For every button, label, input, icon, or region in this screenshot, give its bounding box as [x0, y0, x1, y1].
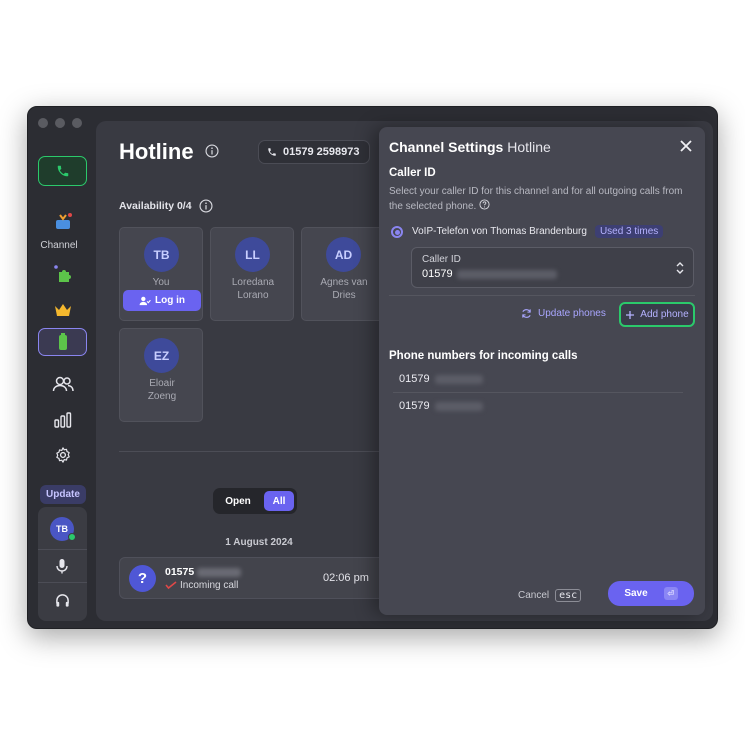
call-status: Incoming call: [165, 580, 238, 591]
call-number: 01575: [165, 566, 242, 578]
agent-avatar: TB: [144, 237, 179, 272]
agent-card[interactable]: AD Agnes van Dries: [301, 227, 385, 321]
update-button[interactable]: Update: [40, 485, 86, 504]
agent-name: You: [152, 277, 170, 288]
add-phone-button[interactable]: Add phone: [619, 302, 695, 327]
agent-card[interactable]: EZ Eloair Zoeng: [119, 328, 203, 422]
gear-icon: [55, 447, 70, 463]
close-icon[interactable]: [679, 139, 693, 153]
plus-icon: [626, 310, 635, 319]
agent-name: Loredana Lorano: [231, 277, 275, 301]
info-icon[interactable]: [199, 199, 213, 213]
caller-id-select[interactable]: Caller ID 01579: [411, 247, 694, 288]
channel-settings-panel: Channel Settings Hotline Caller ID Selec…: [379, 127, 705, 615]
divider: [393, 392, 683, 393]
redacted-number: [434, 374, 483, 384]
left-rail: Channel Update TB: [28, 107, 96, 628]
user-panel: TB: [38, 507, 87, 621]
help-icon[interactable]: [479, 199, 490, 210]
caller-id-heading: Caller ID: [389, 167, 436, 179]
crown-icon: [54, 304, 71, 316]
channel-phone-chip[interactable]: 01579 2598973: [258, 140, 371, 164]
headphones-icon: [56, 594, 69, 607]
stats-rail-button[interactable]: [38, 405, 87, 435]
redacted-number: [197, 567, 242, 577]
filter-all-tab[interactable]: All: [264, 491, 294, 511]
agent-avatar: AD: [326, 237, 361, 272]
phone-radio[interactable]: [391, 226, 403, 238]
redacted-number: [434, 401, 483, 411]
filter-open-tab[interactable]: Open: [216, 491, 260, 511]
date-separator: 1 August 2024: [225, 537, 293, 548]
divider: [119, 451, 379, 452]
esc-key-hint: esc: [555, 589, 582, 602]
incoming-call-icon: [165, 581, 177, 590]
channel-phone-number: 01579 2598973: [283, 146, 360, 158]
headset-button[interactable]: [55, 593, 70, 613]
page-title: Hotline: [119, 139, 194, 164]
info-icon[interactable]: [205, 144, 219, 163]
cancel-button[interactable]: Cancel esc: [518, 589, 582, 602]
contacts-rail-button[interactable]: [38, 369, 87, 399]
agent-name: Agnes van Dries: [320, 277, 368, 301]
settings-rail-button[interactable]: [38, 440, 87, 470]
call-list-item[interactable]: ? 01575 Incoming call 02:06 pm: [119, 557, 389, 599]
chevron-updown-icon: [675, 261, 685, 280]
puzzle-icon: [53, 265, 71, 282]
online-status-dot: [68, 533, 76, 541]
agent-avatar: EZ: [144, 338, 179, 373]
incoming-numbers-heading: Phone numbers for incoming calls: [389, 350, 578, 362]
availability-label: Availability 0/4: [119, 199, 213, 213]
channel-rail-button[interactable]: [38, 328, 87, 356]
refresh-icon: [522, 309, 531, 318]
user-check-icon: [139, 296, 151, 305]
inbox-rail-button[interactable]: [38, 207, 87, 237]
incoming-number-item: 01579: [399, 373, 483, 385]
phone-icon: [57, 165, 68, 177]
phone-icon: [268, 148, 276, 156]
incoming-number-item: 01579: [399, 400, 483, 412]
phone-option[interactable]: VoIP-Telefon von Thomas Brandenburg Used…: [412, 225, 664, 238]
panel-title: Channel Settings Hotline: [389, 139, 551, 155]
users-icon: [52, 376, 74, 392]
battery-channel-icon: [58, 333, 67, 350]
divider: [389, 295, 695, 296]
unknown-caller-icon: ?: [129, 565, 156, 592]
agent-avatar: LL: [235, 237, 270, 272]
agent-name: Eloair Zoeng: [147, 378, 177, 402]
agent-card[interactable]: TB You Log in: [119, 227, 203, 321]
save-button[interactable]: Save ⏎: [608, 581, 694, 606]
integrations-rail-button[interactable]: [38, 259, 87, 289]
channel-label: Channel: [40, 240, 78, 251]
update-phones-button[interactable]: Update phones: [521, 308, 606, 319]
app-window: Channel Update TB Hotline 01579 2598973 …: [27, 106, 718, 629]
caller-id-description: Select your caller ID for this channel a…: [389, 186, 683, 212]
select-label: Caller ID: [422, 254, 461, 265]
log-in-button[interactable]: Log in: [123, 290, 201, 311]
call-filter-toggle: Open All: [213, 488, 297, 514]
select-value: 01579: [422, 268, 557, 280]
microphone-button[interactable]: [55, 558, 69, 579]
premium-rail-button[interactable]: [38, 295, 87, 325]
microphone-icon: [56, 559, 68, 574]
used-count-badge: Used 3 times: [594, 225, 664, 238]
inbox-icon: [55, 213, 72, 229]
redacted-number: [456, 269, 557, 279]
call-time: 02:06 pm: [323, 572, 369, 584]
enter-key-icon: ⏎: [663, 587, 678, 600]
bar-chart-icon: [53, 412, 71, 428]
phone-rail-button[interactable]: [38, 156, 87, 186]
agent-card[interactable]: LL Loredana Lorano: [210, 227, 294, 321]
